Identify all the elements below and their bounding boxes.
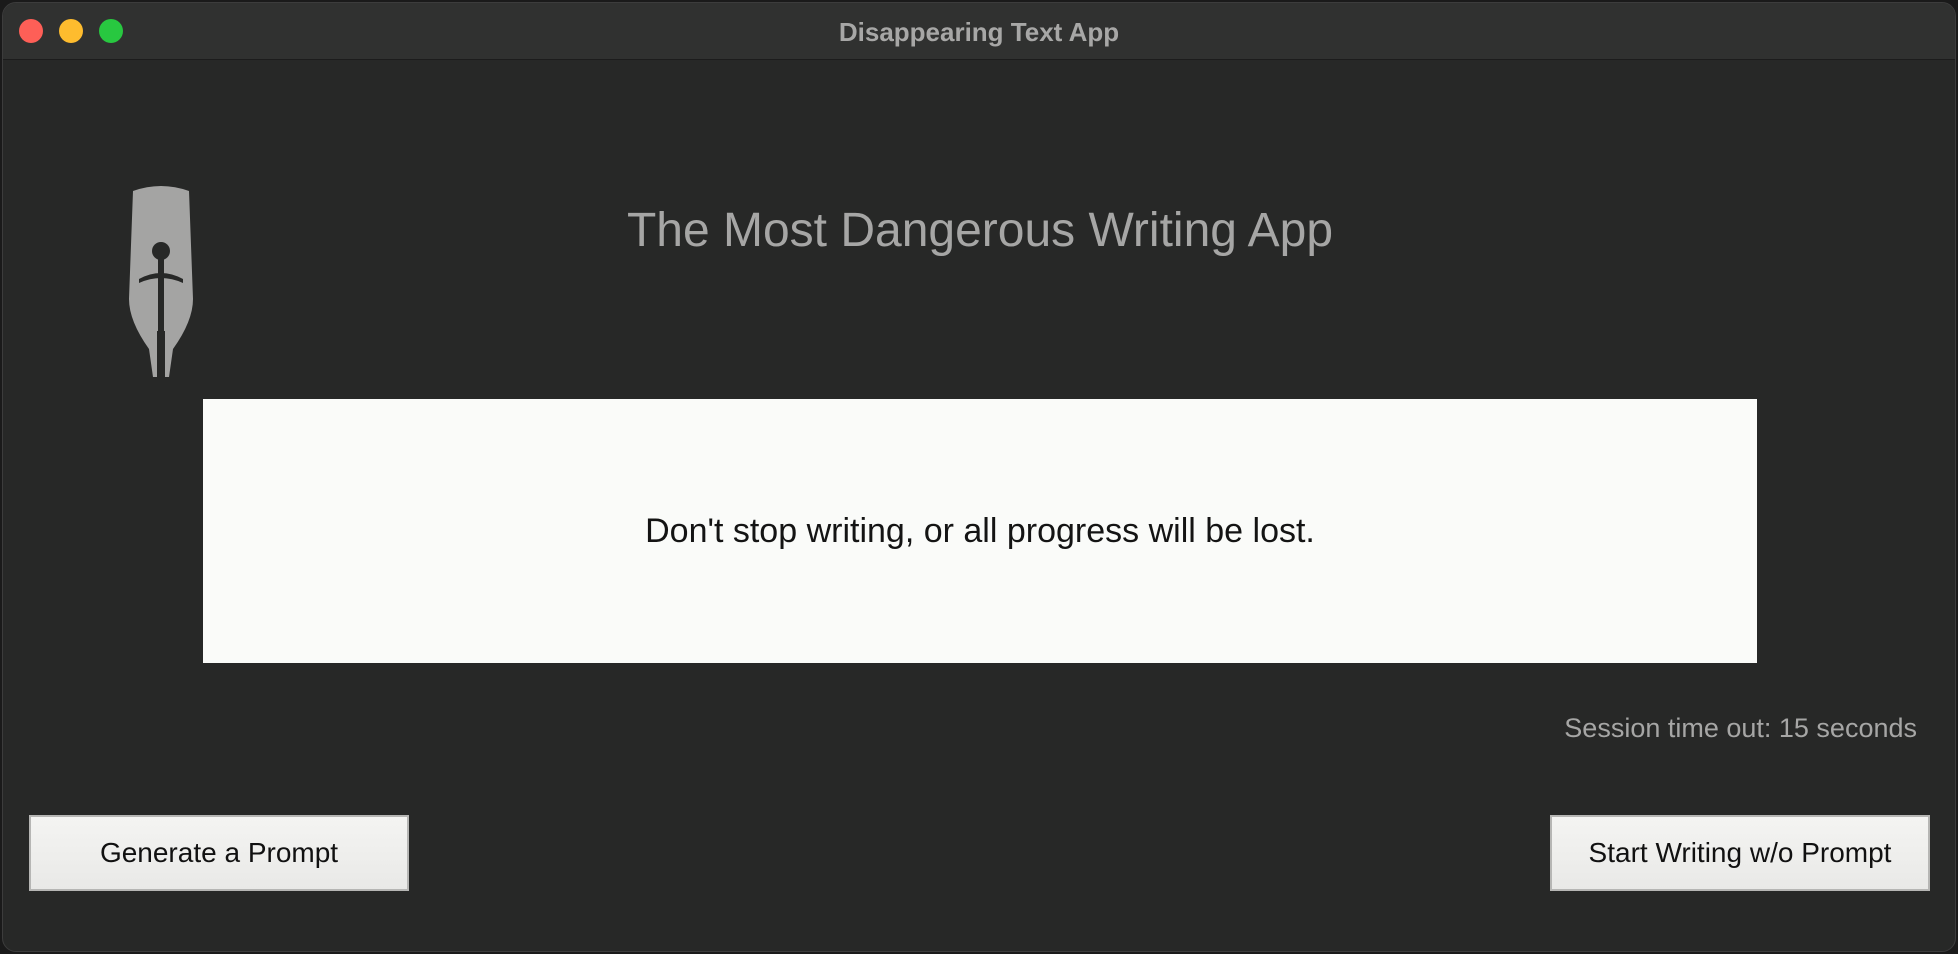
app-window: Disappearing Text App The Most Dangerous… (2, 2, 1956, 952)
window-title: Disappearing Text App (838, 17, 1120, 47)
title-bar: Disappearing Text App (3, 3, 1955, 60)
app-heading: The Most Dangerous Writing App (626, 204, 1334, 257)
editor-message: Don't stop writing, or all progress will… (645, 511, 1315, 550)
start-writing-without-prompt-button[interactable]: Start Writing w/o Prompt (1550, 815, 1930, 891)
session-timeout-label: Session time out: 15 seconds (1564, 713, 1917, 743)
writing-area[interactable]: Don't stop writing, or all progress will… (203, 399, 1757, 663)
generate-prompt-button[interactable]: Generate a Prompt (29, 815, 409, 891)
